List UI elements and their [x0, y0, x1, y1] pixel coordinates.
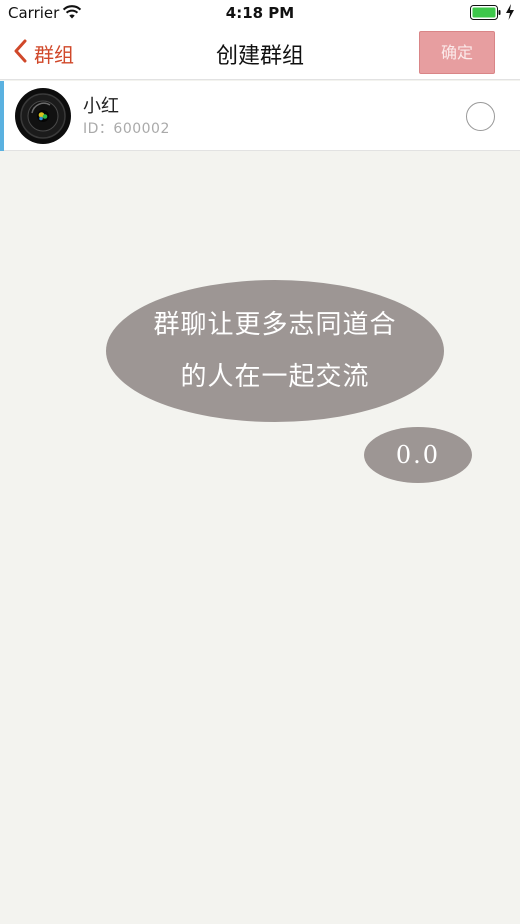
contact-list-item[interactable]: 小红 ID：600002 [0, 81, 520, 151]
emoticon-bubble: 0.0 [364, 427, 472, 483]
navigation-bar: 群组 创建群组 确定 [0, 26, 520, 80]
contact-id: ID：600002 [83, 121, 170, 137]
empty-state-line-2: 的人在一起交流 [180, 362, 370, 392]
back-label: 群组 [34, 42, 74, 67]
status-time: 4:18 PM [225, 4, 295, 22]
back-button[interactable]: 群组 [14, 38, 74, 68]
empty-state-line-1: 群聊让更多志同道合 [153, 310, 397, 340]
chevron-left-icon [14, 39, 28, 67]
confirm-button[interactable]: 确定 [419, 31, 495, 74]
status-bar: Carrier 4:18 PM [0, 0, 520, 26]
avatar [15, 88, 71, 144]
selection-indicator [0, 81, 4, 151]
charging-icon [505, 4, 515, 24]
empty-state-bubble: 群聊让更多志同道合 的人在一起交流 [106, 280, 444, 422]
camera-lens-icon [15, 88, 71, 144]
select-radio-button[interactable] [466, 102, 495, 131]
contact-name: 小红 [83, 96, 119, 117]
create-group-screen: Carrier 4:18 PM 群组 创建群组 确定 小红 ID：600002 … [0, 0, 520, 924]
battery-icon [470, 5, 502, 25]
